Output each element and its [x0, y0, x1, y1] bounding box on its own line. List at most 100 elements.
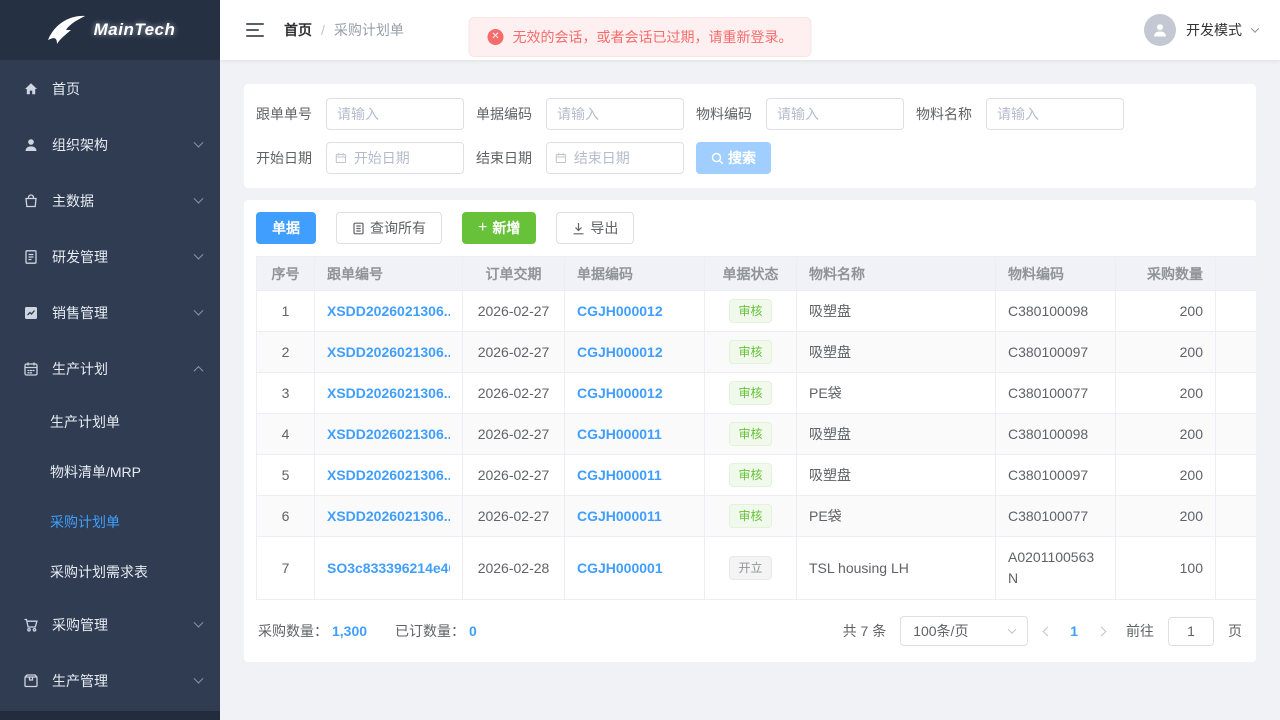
- end-date-picker[interactable]: [546, 142, 684, 174]
- order-no-link[interactable]: XSDD2026021306..: [327, 467, 450, 483]
- order-no-input[interactable]: [326, 98, 464, 130]
- start-date-picker[interactable]: [326, 142, 464, 174]
- goto-page-input[interactable]: [1168, 617, 1214, 646]
- doc-no-link[interactable]: CGJH000001: [577, 560, 692, 576]
- table-row[interactable]: 7 SO3c833396214e40 2026-02-28 CGJH000001…: [257, 537, 1257, 600]
- doc-no-link[interactable]: CGJH000012: [577, 344, 692, 360]
- add-button-label: 新增: [492, 218, 520, 238]
- sidebar-item-purchase-mgmt[interactable]: 采购管理: [0, 597, 220, 653]
- ordered-qty-summary: 已订数量： 0: [395, 621, 477, 641]
- doc-no-link[interactable]: CGJH000011: [577, 426, 692, 442]
- home-icon: [22, 81, 39, 98]
- order-no-link[interactable]: SO3c833396214e40: [327, 560, 450, 576]
- sidebar-menu: 首页 组织架构 主数据 研发管理 销售: [0, 60, 220, 711]
- sidebar-item-home[interactable]: 首页: [0, 61, 220, 117]
- sidebar-subitem-production-plan-order[interactable]: 生产计划单: [0, 397, 220, 447]
- cell-index: 6: [257, 496, 315, 537]
- sidebar-item-label: 研发管理: [52, 247, 108, 267]
- field-label: 开始日期: [256, 148, 312, 168]
- add-button[interactable]: + 新增: [462, 212, 536, 244]
- sidebar-item-rnd[interactable]: 研发管理: [0, 229, 220, 285]
- current-page[interactable]: 1: [1066, 623, 1082, 639]
- cell-material-code: C380100098: [996, 291, 1116, 332]
- table-footer: 采购数量： 1,300 已订数量： 0 共 7 条 100条/页 1 前往 页: [256, 616, 1244, 646]
- sidebar-item-master-data[interactable]: 主数据: [0, 173, 220, 229]
- calendar-icon: [335, 151, 347, 165]
- doc-no-link[interactable]: CGJH000012: [577, 385, 692, 401]
- query-all-button[interactable]: 查询所有: [336, 212, 442, 244]
- sidebar-item-production-mgmt[interactable]: 生产管理: [0, 653, 220, 709]
- cell-material-name: 吸塑盘: [797, 291, 996, 332]
- field-material-code: 物料编码: [696, 98, 904, 130]
- sidebar-subitem-purchase-plan-demand[interactable]: 采购计划需求表: [0, 547, 220, 597]
- table-panel: 单据 查询所有 + 新增 导出: [244, 200, 1256, 662]
- table-row[interactable]: 2 XSDD2026021306.. 2026-02-27 CGJH000012…: [257, 332, 1257, 373]
- search-panel: 跟单单号 单据编码 物料编码 物料名称 开始日期: [244, 84, 1256, 188]
- status-badge: 审核: [729, 463, 771, 487]
- start-date-input[interactable]: [354, 150, 455, 166]
- chevron-down-icon: [1251, 24, 1259, 32]
- order-no-link[interactable]: XSDD2026021306..: [327, 426, 450, 442]
- sidebar-subitem-bom-mrp[interactable]: 物料清单/MRP: [0, 447, 220, 497]
- order-no-link[interactable]: XSDD2026021306..: [327, 385, 450, 401]
- cell-delivery: 2026-02-27: [463, 291, 565, 332]
- chevron-down-icon: [194, 305, 204, 315]
- purchase-qty-value: 1,300: [332, 623, 367, 639]
- table-row[interactable]: 3 XSDD2026021306.. 2026-02-27 CGJH000012…: [257, 373, 1257, 414]
- table-row[interactable]: 4 XSDD2026021306.. 2026-02-27 CGJH000011…: [257, 414, 1257, 455]
- breadcrumb-home[interactable]: 首页: [284, 20, 312, 40]
- doc-button[interactable]: 单据: [256, 212, 316, 244]
- search-button[interactable]: 搜索: [696, 142, 771, 174]
- cell-index: 7: [257, 537, 315, 600]
- cell-extra: [1216, 373, 1257, 414]
- material-code-input[interactable]: [766, 98, 904, 130]
- end-date-input[interactable]: [574, 150, 675, 166]
- breadcrumb-current: 采购计划单: [334, 20, 404, 40]
- order-no-link[interactable]: XSDD2026021306..: [327, 508, 450, 524]
- calendar-icon: [555, 151, 567, 165]
- table-row[interactable]: 6 XSDD2026021306.. 2026-02-27 CGJH000011…: [257, 496, 1257, 537]
- page-size-select[interactable]: 100条/页: [900, 616, 1028, 646]
- sidebar-subitem-label: 采购计划单: [50, 512, 120, 532]
- export-button[interactable]: 导出: [556, 212, 634, 244]
- col-header-doc-no[interactable]: 单据编码: [565, 257, 705, 291]
- cell-material-code: C380100077: [996, 373, 1116, 414]
- col-header-delivery[interactable]: 订单交期: [463, 257, 565, 291]
- col-header-index[interactable]: 序号: [257, 257, 315, 291]
- order-no-link[interactable]: XSDD2026021306..: [327, 303, 450, 319]
- pagination: 共 7 条 100条/页 1 前往 页: [843, 616, 1242, 646]
- col-header-order-no[interactable]: 跟单编号: [315, 257, 463, 291]
- cell-extra: [1216, 455, 1257, 496]
- cell-material-name: TSL housing LH: [797, 537, 996, 600]
- col-header-material-code[interactable]: 物料编码: [996, 257, 1116, 291]
- material-name-input[interactable]: [986, 98, 1124, 130]
- sidebar-item-sales[interactable]: 销售管理: [0, 285, 220, 341]
- sidebar-subitem-label: 生产计划单: [50, 412, 120, 432]
- field-order-no: 跟单单号: [256, 98, 464, 130]
- order-no-link[interactable]: XSDD2026021306..: [327, 344, 450, 360]
- next-page-icon[interactable]: [1096, 626, 1106, 636]
- user-menu[interactable]: 开发模式: [1144, 14, 1258, 46]
- table-row[interactable]: 1 XSDD2026021306.. 2026-02-27 CGJH000012…: [257, 291, 1257, 332]
- field-label: 物料名称: [916, 104, 972, 124]
- sidebar-subitem-purchase-plan-order[interactable]: 采购计划单: [0, 497, 220, 547]
- col-header-status[interactable]: 单据状态: [705, 257, 797, 291]
- menu-fold-icon[interactable]: [246, 23, 266, 37]
- sidebar-item-org[interactable]: 组织架构: [0, 117, 220, 173]
- doc-no-link[interactable]: CGJH000011: [577, 467, 692, 483]
- status-badge: 审核: [729, 299, 771, 323]
- search-icon: [711, 152, 724, 165]
- doc-code-input[interactable]: [546, 98, 684, 130]
- doc-no-link[interactable]: CGJH000012: [577, 303, 692, 319]
- doc-no-link[interactable]: CGJH000011: [577, 508, 692, 524]
- col-header-qty[interactable]: 采购数量: [1116, 257, 1216, 291]
- breadcrumb-separator: /: [321, 22, 325, 38]
- col-header-material-name[interactable]: 物料名称: [797, 257, 996, 291]
- sidebar: MainTech 首页 组织架构 主数据 研发管理: [0, 0, 220, 720]
- field-label: 结束日期: [476, 148, 532, 168]
- sidebar-item-production-plan[interactable]: 生产计划: [0, 341, 220, 397]
- table-row[interactable]: 5 XSDD2026021306.. 2026-02-27 CGJH000011…: [257, 455, 1257, 496]
- download-icon: [572, 222, 585, 235]
- page-unit-label: 页: [1228, 621, 1242, 641]
- prev-page-icon[interactable]: [1042, 626, 1052, 636]
